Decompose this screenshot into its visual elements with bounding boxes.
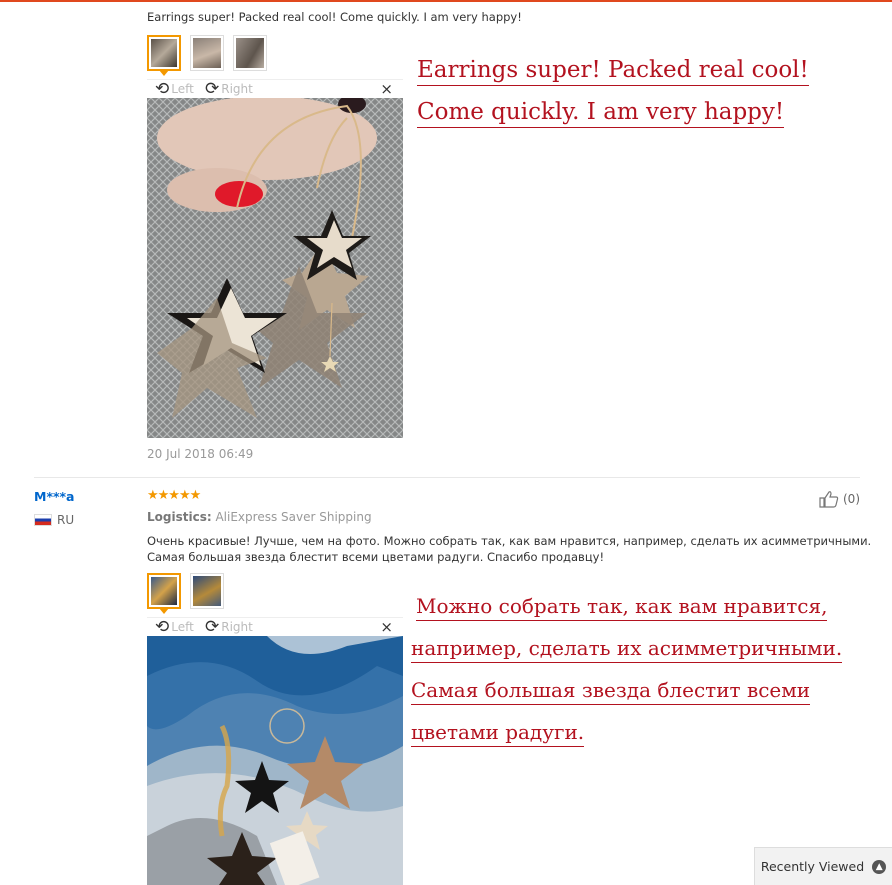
- rotate-right-button[interactable]: ⟳ Right: [205, 617, 253, 637]
- reviewer-name[interactable]: M***a: [34, 489, 75, 504]
- annotation-line: Earrings super! Packed real cool!: [417, 57, 809, 86]
- rotate-right-icon: ⟳: [205, 617, 220, 637]
- earrings-photo: [147, 636, 403, 885]
- thumbnail-2[interactable]: [190, 35, 224, 71]
- annotation-line: цветами радуги.: [411, 720, 585, 747]
- viewer-toolbar: ⟲ Left ⟳ Right ×: [147, 617, 403, 636]
- previous-review-country: RU: [34, 0, 78, 2]
- review-photo: [147, 636, 403, 885]
- top-divider: [0, 0, 892, 2]
- rotate-left-icon: ⟲: [155, 79, 170, 99]
- review-divider: [34, 477, 860, 478]
- review-thumbnails: [147, 35, 267, 76]
- rotate-right-icon: ⟳: [205, 79, 220, 99]
- rotate-left-button[interactable]: ⟲ Left: [155, 617, 194, 637]
- review-photo: [147, 98, 403, 438]
- close-icon[interactable]: ×: [380, 618, 393, 636]
- annotation-line: Самая большая звезда блестит всеми: [411, 678, 811, 705]
- image-viewer: ⟲ Left ⟳ Right ×: [147, 617, 403, 885]
- review-thumbnails: [147, 573, 224, 614]
- chevron-up-icon: ▲: [872, 859, 887, 874]
- rotate-left-button[interactable]: ⟲ Left: [155, 79, 194, 99]
- review-date: 20 Jul 2018 06:49: [147, 447, 254, 461]
- reviewer-country: RU: [34, 513, 74, 527]
- review-text: Очень красивые! Лучше, чем на фото. Можн…: [147, 534, 872, 564]
- annotation-line: Come quickly. I am very happy!: [417, 99, 785, 128]
- close-icon[interactable]: ×: [380, 80, 393, 98]
- earrings-photo: [147, 98, 403, 438]
- viewer-toolbar: ⟲ Left ⟳ Right ×: [147, 79, 403, 98]
- logistics-info: Logistics: AliExpress Saver Shipping: [147, 510, 372, 524]
- thumbs-up-icon: [819, 491, 839, 508]
- recently-viewed-button[interactable]: Recently Viewed ▲: [754, 847, 892, 885]
- star-rating: ★★★★★: [147, 488, 201, 503]
- rotate-right-button[interactable]: ⟳ Right: [205, 79, 253, 99]
- thumbnail-1[interactable]: [147, 35, 181, 76]
- helpful-button[interactable]: (0): [819, 490, 860, 508]
- annotation-line: например, сделать их асимметричными.: [411, 636, 843, 663]
- annotation-line: Можно собрать так, как вам нравится,: [416, 594, 828, 621]
- image-viewer: ⟲ Left ⟳ Right ×: [147, 79, 403, 438]
- flag-icon: [34, 514, 52, 526]
- thumbnail-3[interactable]: [233, 35, 267, 71]
- thumbnail-1[interactable]: [147, 573, 181, 614]
- review-text: Earrings super! Packed real cool! Come q…: [147, 10, 522, 24]
- thumbnail-2[interactable]: [190, 573, 224, 609]
- rotate-left-icon: ⟲: [155, 617, 170, 637]
